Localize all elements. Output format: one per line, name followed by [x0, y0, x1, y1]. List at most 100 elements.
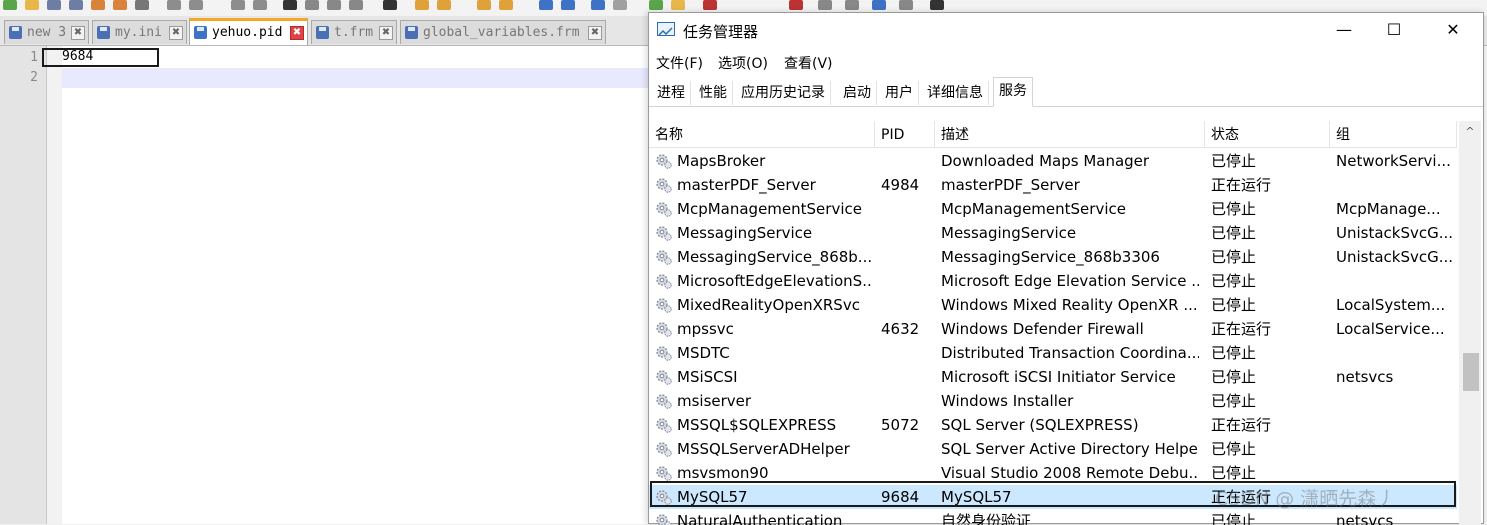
service-group: NetworkServi... [1336, 152, 1451, 170]
zoom-out-icon[interactable] [349, 0, 363, 10]
tab-services[interactable]: 服务 [993, 77, 1033, 107]
service-name: MessagingService_868b... [677, 248, 873, 266]
tab-my-ini[interactable]: my.ini ✖ [92, 20, 187, 44]
service-group [1336, 173, 1454, 197]
replace-icon[interactable] [305, 0, 319, 10]
tab-new-3[interactable]: new 3 ✖ [4, 20, 89, 44]
menu-view[interactable]: 查看(V) [784, 53, 833, 73]
function-list-icon[interactable] [539, 0, 553, 10]
maximize-button[interactable]: ☐ [1371, 13, 1417, 47]
tab-close-icon[interactable]: ✖ [290, 26, 304, 40]
tab-startup[interactable]: 启动 [838, 81, 877, 105]
new-file-icon[interactable] [3, 0, 17, 10]
playback-macro-icon[interactable] [649, 0, 663, 10]
record-macro-icon[interactable] [613, 0, 627, 10]
tab-performance[interactable]: 性能 [694, 81, 733, 105]
service-group: McpManage... [1336, 200, 1441, 218]
tab-close-icon[interactable]: ✖ [71, 26, 85, 40]
minimize-button[interactable]: — [1321, 13, 1367, 47]
tab-users[interactable]: 用户 [880, 81, 919, 105]
service-name: msvsmon90 [677, 464, 769, 482]
tab-close-icon[interactable]: ✖ [169, 26, 183, 40]
table-row[interactable]: MSSQLServerADHelper SQL Server Active Dir… [649, 437, 1457, 461]
save-all-icon[interactable] [69, 0, 83, 10]
column-header-group[interactable]: 组 [1330, 121, 1457, 147]
show-all-chars-icon[interactable] [437, 0, 451, 10]
save-disk-icon [97, 26, 110, 39]
service-description: Windows Installer [941, 392, 1074, 410]
service-group: LocalService... [1336, 320, 1445, 338]
spellcheck-icon[interactable] [899, 0, 913, 10]
open-file-icon[interactable] [25, 0, 39, 10]
tab-details[interactable]: 详细信息 [922, 81, 989, 105]
service-pid [881, 365, 933, 389]
text-editor[interactable]: 9684 [42, 46, 650, 524]
tab-processes[interactable]: 进程 [652, 81, 691, 105]
service-pid [881, 461, 933, 485]
table-row[interactable]: McpManagementService McpManagementService… [649, 197, 1457, 221]
compare-icon[interactable] [872, 0, 886, 10]
doc-map-icon[interactable] [499, 0, 513, 10]
column-header-pid[interactable]: PID [875, 121, 935, 147]
service-description: Microsoft Edge Elevation Service ... [941, 272, 1199, 290]
service-pid: 4632 [881, 320, 920, 338]
word-wrap-icon[interactable] [415, 0, 429, 10]
menu-file[interactable]: 文件(F) [656, 53, 703, 73]
table-row[interactable]: MessagingService_868b... MessagingService… [649, 245, 1457, 269]
find-icon[interactable] [283, 0, 297, 10]
table-row[interactable]: MSiSCSI Microsoft iSCSI Initiator Service… [649, 365, 1457, 389]
redo-icon[interactable] [253, 0, 267, 10]
table-row[interactable]: masterPDF_Server 4984 masterPDF_Server 正在运行 [649, 173, 1457, 197]
menu-options[interactable]: 选项(O) [718, 53, 768, 73]
monitoring-icon[interactable] [591, 0, 605, 10]
folder-workspace-icon[interactable] [561, 0, 575, 10]
tab-global-variables-frm[interactable]: global_variables.frm ✖ [400, 20, 606, 44]
service-group [1336, 461, 1454, 485]
vertical-scrollbar[interactable]: ^ [1459, 121, 1481, 525]
scrollbar-thumb[interactable] [1463, 353, 1479, 391]
save-disk-icon [405, 26, 418, 39]
close-all-icon[interactable] [113, 0, 127, 10]
table-row[interactable]: msiserver Windows Installer 已停止 [649, 389, 1457, 413]
indent-guide-icon[interactable] [477, 0, 491, 10]
service-gear-icon [656, 490, 672, 505]
table-row[interactable]: MixedRealityOpenXRSvc Windows Mixed Reali… [649, 293, 1457, 317]
macro-run-icon[interactable] [818, 0, 832, 10]
close-file-icon[interactable] [91, 0, 105, 10]
plugin-icon[interactable] [845, 0, 859, 10]
undo-icon[interactable] [231, 0, 245, 10]
print-icon[interactable] [135, 0, 149, 10]
service-name: masterPDF_Server [677, 176, 816, 194]
tab-close-icon[interactable]: ✖ [588, 26, 602, 40]
table-row[interactable]: MicrosoftEdgeElevationS... Microsoft Edge… [649, 269, 1457, 293]
editor-line-1[interactable]: 9684 [62, 49, 93, 64]
table-row[interactable]: MapsBroker Downloaded Maps Manager 已停止 Netw… [649, 149, 1457, 173]
tab-t-frm[interactable]: t.frm ✖ [311, 20, 397, 44]
run-icon[interactable] [789, 0, 803, 10]
table-row[interactable]: MSDTC Distributed Transaction Coordina...… [649, 341, 1457, 365]
tab-close-icon[interactable]: ✖ [379, 26, 393, 40]
scroll-up-icon[interactable]: ^ [1459, 121, 1481, 143]
table-row[interactable]: MessagingService MessagingService 已停止 Unist… [649, 221, 1457, 245]
save-macro-icon[interactable] [671, 0, 685, 10]
tab-app-history[interactable]: 应用历史记录 [736, 81, 831, 105]
service-gear-icon [656, 154, 672, 169]
cut-icon[interactable] [167, 0, 181, 10]
table-row[interactable]: NaturalAuthentication 自然身份验证 已停止 netsvcs [649, 509, 1457, 525]
zoom-in-icon[interactable] [327, 0, 341, 10]
copy-icon[interactable] [189, 0, 203, 10]
tab-yehuo-pid[interactable]: yehuo.pid ✖ [189, 18, 308, 45]
column-header-description[interactable]: 描述 [935, 121, 1205, 147]
column-header-status[interactable]: 状态 [1205, 121, 1330, 147]
service-pid [881, 221, 933, 245]
close-button[interactable]: ✕ [1430, 13, 1476, 47]
watermark: CSDN @ 潇晒先森丿 [1215, 488, 1396, 510]
table-row[interactable]: MSSQL$SQLEXPRESS 5072 SQL Server (SQLEXPRE… [649, 413, 1457, 437]
sync-scroll-icon[interactable] [383, 0, 397, 10]
column-header-name[interactable]: 名称 [649, 121, 875, 147]
toolbar-more-icon[interactable] [930, 0, 944, 10]
table-row[interactable]: mpssvc 4632 Windows Defender Firewall 正在运行 L… [649, 317, 1457, 341]
table-row[interactable]: msvsmon90 Visual Studio 2008 Remote Debu.… [649, 461, 1457, 485]
stop-recording-icon[interactable] [703, 0, 717, 10]
save-icon[interactable] [47, 0, 61, 10]
